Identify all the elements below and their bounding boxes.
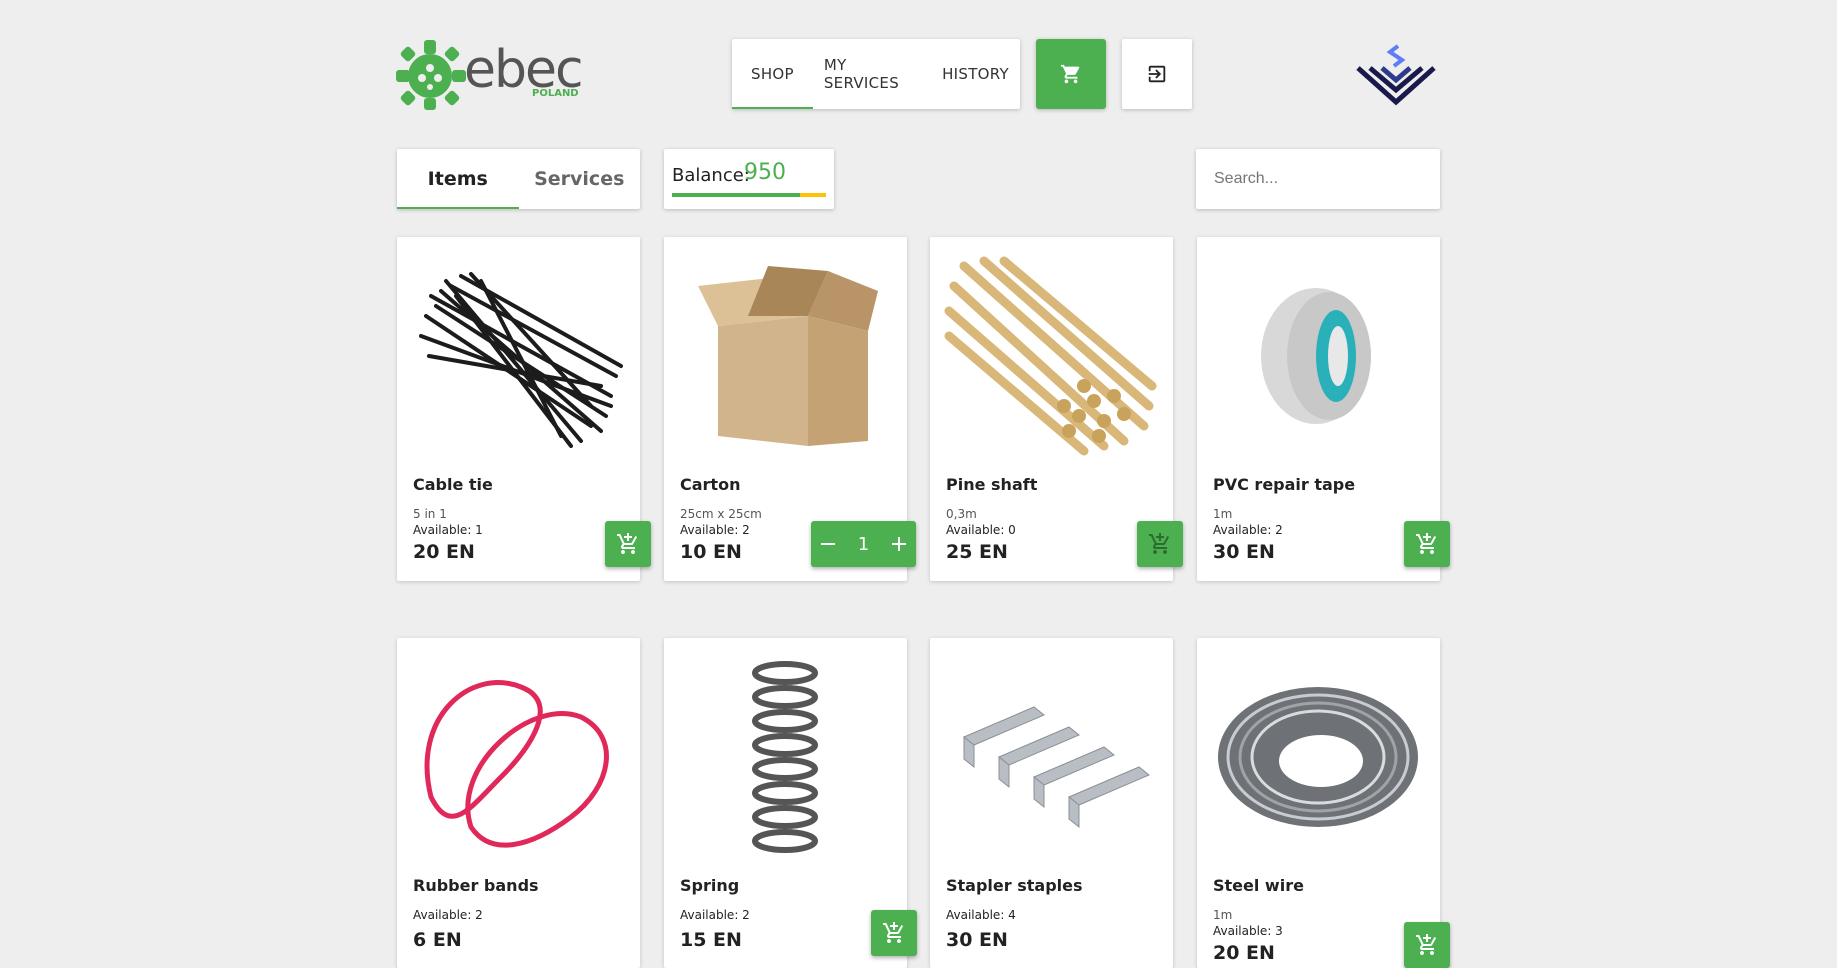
carton-image [678, 251, 892, 461]
decrease-quantity-button[interactable] [811, 521, 845, 567]
product-price: 20 EN [1213, 942, 1275, 964]
product-name: Cable tie [413, 475, 493, 494]
logo-subtext: POLAND [532, 88, 579, 99]
add-to-cart-button[interactable] [871, 910, 917, 956]
product-card: Steel wire 1m Available: 3 20 EN [1197, 638, 1440, 968]
balance-panel: Balance: 950 [664, 149, 834, 209]
product-price: 30 EN [1213, 541, 1275, 563]
balance-progress-bar [672, 193, 800, 197]
add-to-cart-button[interactable] [1404, 521, 1450, 567]
product-availability: Available: 2 [680, 908, 750, 922]
nav-my-services[interactable]: MY SERVICES [813, 39, 931, 109]
search-input[interactable] [1212, 169, 1426, 189]
plus-icon [891, 537, 906, 551]
product-description: 1m [1213, 507, 1233, 521]
partner-logo-icon [1356, 44, 1436, 106]
minus-icon [821, 543, 835, 545]
add-cart-icon [1149, 533, 1170, 554]
balance-value: 950 [744, 160, 786, 185]
product-description: 0,3m [946, 507, 977, 521]
product-name: Spring [680, 876, 740, 895]
product-card: Stapler staples Available: 4 30 EN [930, 638, 1173, 968]
product-availability: Available: 2 [413, 908, 483, 922]
cart-icon [1060, 64, 1080, 84]
product-name: Steel wire [1213, 876, 1304, 895]
product-name: Stapler staples [946, 876, 1083, 895]
add-to-cart-button[interactable] [1137, 521, 1183, 567]
product-card: Cable tie 5 in 1 Available: 1 20 EN [397, 237, 640, 581]
add-cart-icon [1416, 934, 1437, 955]
product-name: Pine shaft [946, 475, 1038, 494]
nav-shop[interactable]: SHOP [732, 39, 813, 109]
product-description: 1m [1213, 908, 1233, 922]
tab-services[interactable]: Services [519, 149, 641, 209]
add-cart-icon [883, 922, 904, 943]
cart-button[interactable] [1036, 39, 1106, 109]
product-availability: Available: 1 [413, 523, 483, 537]
search-box [1196, 149, 1440, 209]
quantity-value: 1 [857, 533, 870, 555]
quantity-stepper: 1 [811, 521, 916, 567]
steel-wire-image [1211, 652, 1425, 862]
logout-button[interactable] [1122, 39, 1192, 109]
product-availability: Available: 4 [946, 908, 1016, 922]
nav-history[interactable]: HISTORY [931, 39, 1020, 109]
main-nav: SHOP MY SERVICES HISTORY [732, 39, 1020, 109]
rubber-bands-image [411, 652, 625, 862]
pine-shaft-image [944, 251, 1158, 461]
cable-tie-image [411, 251, 625, 461]
product-price: 20 EN [413, 541, 475, 563]
staples-image [944, 652, 1158, 862]
product-availability: Available: 2 [680, 523, 750, 537]
add-cart-icon [1416, 533, 1437, 554]
spring-image [678, 652, 892, 862]
product-availability: Available: 0 [946, 523, 1016, 537]
product-name: Carton [680, 475, 741, 494]
ebec-logo[interactable]: ebec POLAND [396, 38, 584, 114]
product-description: 5 in 1 [413, 507, 447, 521]
add-to-cart-button[interactable] [1404, 922, 1450, 968]
gear-logo-icon [396, 40, 466, 110]
product-name: Rubber bands [413, 876, 539, 895]
balance-progress-remainder [800, 193, 826, 197]
product-description: 25cm x 25cm [680, 507, 762, 521]
category-tabs: Items Services [397, 149, 640, 209]
add-to-cart-button[interactable] [605, 521, 651, 567]
product-price: 25 EN [946, 541, 1008, 563]
balance-label: Balance: [672, 165, 750, 186]
add-cart-icon [617, 533, 638, 554]
increase-quantity-button[interactable] [882, 521, 916, 567]
logout-icon [1148, 65, 1166, 83]
product-card: Rubber bands Available: 2 6 EN [397, 638, 640, 968]
tape-image [1211, 251, 1425, 461]
partner-logo [1356, 42, 1436, 108]
product-name: PVC repair tape [1213, 475, 1356, 494]
product-availability: Available: 2 [1213, 523, 1283, 537]
product-availability: Available: 3 [1213, 924, 1283, 938]
product-price: 10 EN [680, 541, 742, 563]
tab-items[interactable]: Items [397, 149, 519, 209]
